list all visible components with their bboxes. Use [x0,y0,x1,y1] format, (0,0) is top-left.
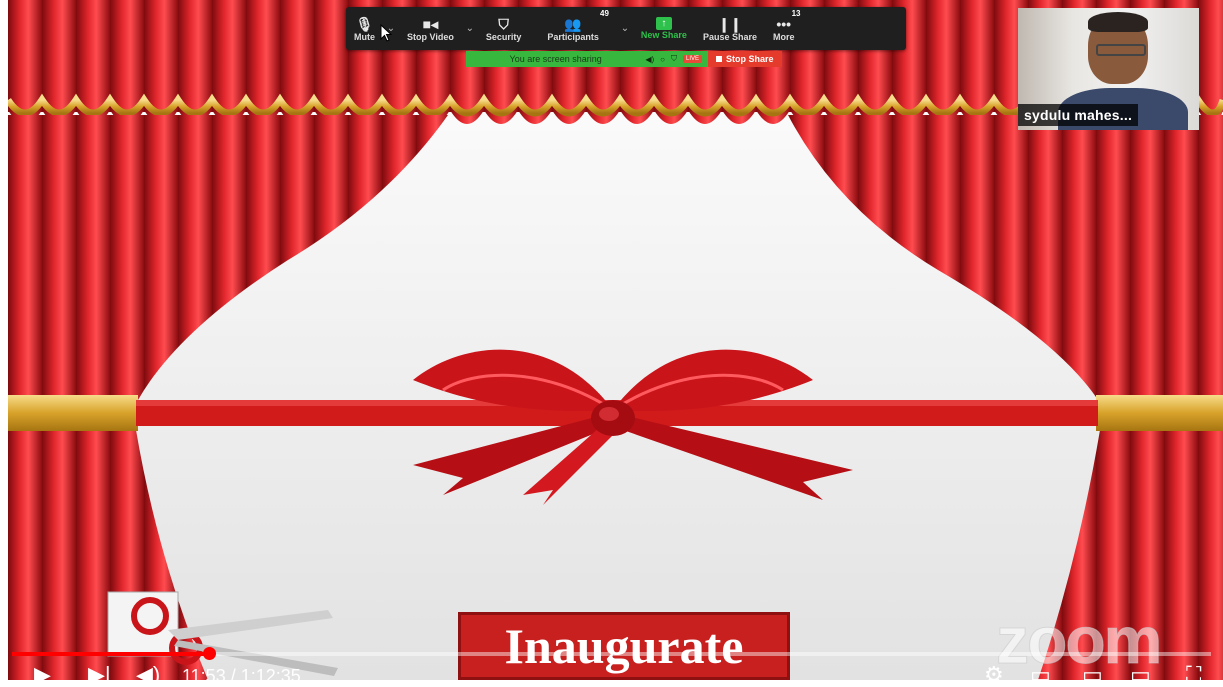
video-camera-icon: ■◂ [422,15,439,32]
stop-share-label: Stop Share [726,54,774,64]
screen-sharing-bar: You are screen sharing ◀) ○ ⛉ LIVE Stop … [466,51,782,67]
pause-share-label: Pause Share [702,31,757,42]
participant-video[interactable]: sydulu mahes... [1018,8,1199,130]
stop-share-button[interactable]: Stop Share [708,51,782,67]
chevron-down-icon: ⌄ [620,23,630,34]
participants-count: 49 [600,9,609,18]
more-count: 13 [791,9,801,18]
security-button[interactable]: ⛉ Security [478,7,530,50]
miniplayer-icon[interactable]: ▭ [1030,664,1051,686]
more-label: More [772,31,795,42]
pause-icon: ❙❙ [718,15,742,32]
participant-glasses [1096,44,1146,56]
security-label: Security [485,31,522,42]
right-tieback [1096,395,1223,431]
new-share-button[interactable]: ↑ New Share [633,7,695,50]
settings-icon[interactable]: ⚙ [984,664,1004,686]
left-tieback [8,395,138,431]
shield-icon: ⛉ [498,15,509,32]
chevron-down-icon: ⌄ [465,23,475,34]
sharing-status: You are screen sharing ◀) ○ ⛉ LIVE [466,51,708,67]
progress-scrubber[interactable] [203,647,216,660]
stop-square-icon [716,56,722,62]
mute-label: Mute [354,31,375,42]
more-button[interactable]: ••• More 13 [765,7,803,50]
stop-video-button[interactable]: ■◂ Stop Video [399,7,462,50]
circle-icon: ○ [660,54,665,64]
participants-options-caret[interactable]: ⌄ [617,7,633,50]
shield-icon: ⛉ [670,54,677,63]
time-display: 11:53 / 1:12:35 [182,666,301,686]
progress-fill [12,652,209,656]
mouse-cursor-icon [380,24,392,42]
participants-label: Participants [547,31,599,42]
participants-button[interactable]: 👥 Participants 49 [529,7,617,50]
next-icon[interactable]: ▶| [88,664,111,686]
share-arrow-icon: ↑ [655,17,672,30]
participant-hair [1088,12,1148,32]
live-badge: LIVE [682,55,702,63]
volume-icon[interactable]: ◀) [136,664,160,686]
new-share-label: New Share [640,30,687,40]
zoom-toolbar: 🎙 Mute ⌄ ■◂ Stop Video ⌄ ⛉ Security 👥 Pa… [346,7,906,50]
ellipsis-icon: ••• [776,15,792,32]
microphone-icon: 🎙 [355,15,374,32]
play-icon[interactable]: ▶ [34,664,51,686]
participant-name: sydulu mahes... [1018,104,1139,126]
stop-video-label: Stop Video [407,31,454,42]
speaker-icon: ◀) [645,54,655,64]
player-controls: ▶ ▶| ◀) 11:53 / 1:12:35 ⚙ ▭ ▭ ▭ ⛶ [0,660,1223,687]
fullscreen-icon[interactable]: ⛶ [1186,664,1201,686]
sharing-status-text: You are screen sharing [509,54,602,64]
pause-share-button[interactable]: ❙❙ Pause Share [695,7,765,50]
people-icon: 👥 [564,15,582,32]
cast-icon[interactable]: ▭ [1130,664,1151,686]
video-options-caret[interactable]: ⌄ [462,7,478,50]
mute-button[interactable]: 🎙 Mute [346,7,383,50]
theater-mode-icon[interactable]: ▭ [1082,664,1103,686]
